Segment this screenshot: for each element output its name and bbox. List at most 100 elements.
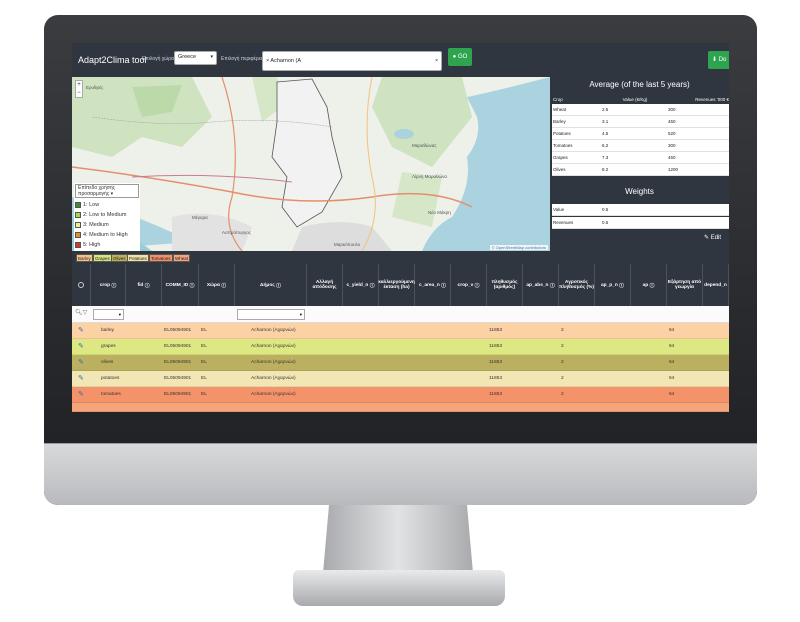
go-label: GO — [457, 54, 468, 60]
column-title: crop_v — [457, 282, 474, 288]
crop-tag[interactable]: Olives — [111, 254, 128, 262]
column-header[interactable]: c_area_n ⓘ — [415, 264, 451, 306]
crop-cell: Barley — [553, 119, 566, 124]
average-table-header: Crop Value (€/Kg) Revenues ‘000 € — [552, 95, 729, 104]
column-title: fid — [137, 282, 144, 288]
value-cell: 7.3 — [602, 155, 609, 160]
legend-dropdown[interactable]: Επίπεδο χρήσης προσαρμογής ▾ — [75, 184, 139, 198]
crop-tag[interactable]: Barley — [76, 254, 93, 262]
chevron-down-icon: ▾ — [118, 312, 121, 317]
crop-tag[interactable]: Potatoes — [127, 254, 149, 262]
zoom-control[interactable]: + − — [75, 80, 83, 98]
table-row[interactable]: ✎ potatoes EL05094901 EL Acharnon (Αχαρν… — [72, 371, 729, 387]
column-title: depend_n — [704, 282, 727, 288]
column-header[interactable]: c_yield_n ⓘ — [343, 264, 379, 306]
table-row[interactable]: ✎ barley EL05094901 EL Acharnon (Αχαρνών… — [72, 323, 729, 339]
edit-row-icon[interactable]: ✎ — [78, 374, 84, 382]
column-title: ap_p_n — [601, 282, 618, 288]
column-header[interactable]: Χώρα ⓘ — [199, 264, 235, 306]
edit-row-icon[interactable]: ✎ — [78, 390, 84, 398]
column-header[interactable]: ap_p_n ⓘ — [595, 264, 631, 306]
column-header[interactable]: depend_n — [703, 264, 729, 306]
average-row: Olives 8.2 1200 — [552, 164, 729, 176]
column-header[interactable]: πληθυσμός (αριθμός) — [487, 264, 523, 306]
legend-dropdown-label: Επίπεδο χρήσης προσαρμογής — [78, 185, 116, 197]
column-header[interactable]: ap ⓘ — [631, 264, 667, 306]
edit-row-icon[interactable]: ✎ — [78, 342, 84, 350]
legend-item: 5: High — [75, 240, 139, 250]
column-title: COMM_ID — [165, 282, 189, 288]
column-header[interactable]: καλλιεργούμενη έκταση (ha) — [378, 264, 415, 306]
legend-label: 2: Low to Medium — [83, 212, 127, 218]
crop-tag[interactable]: Tomatoes — [149, 254, 173, 262]
column-header[interactable]: Αλλαγή απόδοσης — [307, 264, 343, 306]
region-select[interactable]: × Acharnon (Α × — [262, 51, 442, 71]
edit-icon: ✎ — [704, 235, 710, 241]
column-header[interactable]: crop ⓘ — [91, 264, 126, 306]
go-button[interactable]: ● GO — [448, 48, 472, 66]
column-header[interactable]: crop_v ⓘ — [451, 264, 487, 306]
country-select[interactable]: Greece ▾ — [174, 51, 217, 65]
crop-cell: grapes — [101, 344, 116, 349]
average-row: Wheat 2.5 300 — [552, 104, 729, 116]
crop-cell: Potatoes — [553, 131, 571, 136]
header-cell: Crop — [553, 97, 563, 102]
municipality-filter-select[interactable]: ▾ — [237, 309, 305, 320]
column-title: καλλιεργούμενη έκταση (ha) — [378, 280, 415, 290]
average-row: Barley 3.1 450 — [552, 116, 729, 128]
weights-title: Weights — [625, 187, 654, 196]
weight-row: Value 0.5 — [552, 204, 729, 216]
column-header[interactable]: Εξάρτηση από γεωργία — [667, 264, 703, 306]
crop-cell: Wheat — [553, 107, 567, 112]
crop-cell: Olives — [553, 167, 566, 172]
filter-icon[interactable]: 🔍︎▽ — [75, 309, 87, 316]
zoom-in-button[interactable]: + — [76, 81, 82, 89]
edit-row-icon[interactable]: ✎ — [78, 326, 84, 334]
weight-label: Value — [553, 207, 565, 212]
column-title: crop — [99, 282, 111, 288]
map-attribution[interactable]: © OpenStreetMap contributors — [489, 245, 548, 250]
clear-icon[interactable]: × — [435, 58, 438, 64]
revenue-cell: 450 — [668, 155, 676, 160]
table-row[interactable]: ✎ grapes EL05094901 EL Acharnon (Αχαρνών… — [72, 339, 729, 355]
country-cell: EL — [201, 344, 207, 349]
select-all-column[interactable] — [72, 264, 91, 306]
zoom-out-button[interactable]: − — [76, 89, 82, 97]
table-row[interactable]: ✎ olives EL05094901 EL Acharnon (Αχαρνών… — [72, 355, 729, 371]
monitor-chin — [44, 443, 757, 505]
crop-filter-select[interactable]: ▾ — [93, 309, 124, 320]
crop-tag[interactable]: Wheat — [173, 254, 191, 262]
value-cell: 8.2 — [602, 167, 609, 172]
legend-swatch — [75, 242, 81, 248]
revenue-cell: 300 — [668, 107, 676, 112]
legend-swatch — [75, 202, 81, 208]
table-row[interactable]: ✎ tomatoes EL05094901 EL Acharnon (Αχαρν… — [72, 387, 729, 403]
weight-row: Revenues 0.5 — [552, 217, 729, 229]
column-header[interactable]: Αγροτικός πληθυσμός (%) — [559, 264, 595, 306]
radio-icon — [78, 282, 84, 288]
column-header[interactable]: COMM_ID ⓘ — [162, 264, 199, 306]
country-label: Επιλογή χώρας: — [142, 56, 178, 62]
column-header[interactable]: ap_abs_n ⓘ — [523, 264, 559, 306]
municipality-cell: Acharnon (Αχαρνών) — [251, 360, 296, 365]
column-title: ap — [642, 282, 649, 288]
download-button[interactable]: ⬇ Do — [708, 51, 729, 69]
monitor-base — [293, 570, 505, 606]
column-header[interactable]: Δήμος ⓘ — [235, 264, 307, 306]
crop-cell: potatoes — [101, 376, 120, 381]
map-view[interactable]: + − Ερυθρές Μαραθώνας Λίμνη Μαραθώνα Νέα… — [72, 77, 550, 251]
municipality-cell: Acharnon (Αχαρνών) — [251, 344, 296, 349]
dependence-cell: 64 — [669, 392, 675, 397]
edit-button[interactable]: ✎ Edit — [704, 234, 721, 241]
edit-row-icon[interactable]: ✎ — [78, 358, 84, 366]
info-icon: ⓘ — [619, 283, 624, 289]
agr-pop-cell: 2 — [561, 344, 564, 349]
info-icon: ⓘ — [441, 283, 446, 289]
table-row-partial[interactable] — [72, 403, 729, 412]
info-icon: ⓘ — [221, 283, 227, 289]
download-icon: ⬇ — [712, 57, 718, 63]
column-header[interactable]: fid ⓘ — [126, 264, 162, 306]
comm-id-cell: EL05094901 — [164, 392, 192, 397]
crop-tag[interactable]: Grapes — [93, 254, 112, 262]
download-label: Do — [718, 57, 727, 63]
